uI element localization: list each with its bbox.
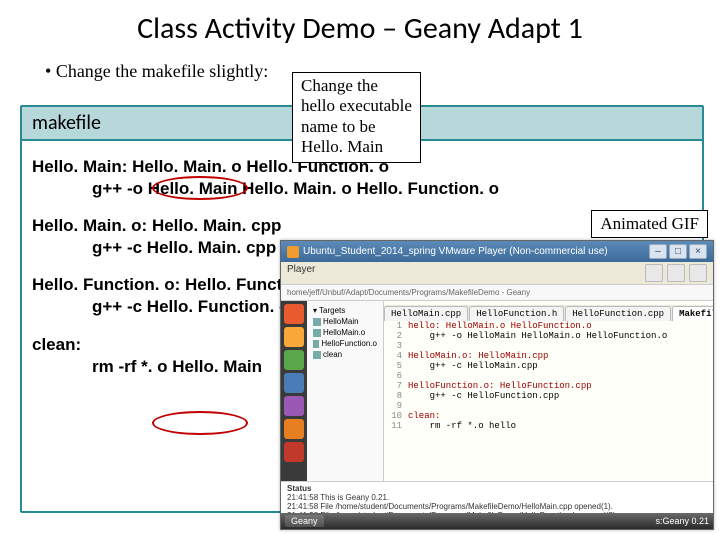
editor-line: rm -rf *.o hello [408,421,516,431]
tab-hellomain-cpp[interactable]: HelloMain.cpp [384,306,468,321]
animated-gif-label: Animated GIF [591,210,708,238]
vm-tool-icon[interactable] [689,264,707,282]
tab-makefile[interactable]: Makefile [672,306,713,321]
sidebar-targets[interactable]: ▾ Targets [311,305,379,316]
rule-hellomain-cmd: g++ -o Hello. Main Hello. Main. o Hello.… [92,179,499,198]
launcher-icon[interactable] [284,373,304,393]
vm-title-text: Ubuntu_Student_2014_spring VMware Player… [303,246,608,257]
editor-tabs: HelloMain.cpp HelloFunction.h HelloFunct… [384,305,709,321]
status-msg: 21:41:58 File /home/student/Documents/Pr… [287,502,707,511]
editor-line: g++ -o HelloMain HelloMain.o HelloFuncti… [408,331,667,341]
geany-editor[interactable]: HelloMain.cpp HelloFunction.h HelloFunct… [384,301,713,481]
launcher-icon[interactable] [284,327,304,347]
sidebar-item[interactable]: HelloFunction.o [311,338,379,349]
menu-player[interactable]: Player [287,264,315,282]
annotation-callout: Change the hello executable name to be H… [292,72,421,163]
editor-line: hello: HelloMain.o HelloFunction.o [408,321,592,331]
geany-toolbar: home/jeff/Unbuf/Adapt/Documents/Programs… [281,285,713,301]
geany-sidebar: ▾ Targets HelloMain HelloMain.o HelloFun… [307,301,384,481]
launcher-icon[interactable] [284,350,304,370]
rule-clean-cmd: rm -rf *. o Hello. Main [92,357,262,376]
close-button[interactable]: × [689,244,707,259]
vm-titlebar: Ubuntu_Student_2014_spring VMware Player… [281,241,713,262]
vm-logo-icon [287,246,299,258]
taskbar-item[interactable]: Geany [285,515,324,527]
rule-hellofunction-o-cmd: g++ -c Hello. Function. cpp [92,297,309,316]
editor-line: g++ -c HelloFunction.cpp [408,391,559,401]
sidebar-item[interactable]: HelloMain.o [311,327,379,338]
sidebar-item[interactable]: HelloMain [311,316,379,327]
launcher-icon[interactable] [284,419,304,439]
status-msg: 21:41:58 This is Geany 0.21. [287,493,707,502]
annotation-line1: Change the [301,76,412,96]
vm-menubar: Player [281,262,713,285]
minimize-button[interactable]: – [649,244,667,259]
tab-hellofunction-cpp[interactable]: HelloFunction.cpp [565,306,671,321]
geany-window: Ubuntu_Student_2014_spring VMware Player… [280,240,714,530]
slide-title: Class Activity Demo – Geany Adapt 1 [0,10,720,47]
annotation-line2: hello executable [301,96,412,116]
sidebar-item[interactable]: clean [311,349,379,360]
vm-tool-icon[interactable] [667,264,685,282]
editor-line: clean: [408,411,440,421]
editor-line: HelloMain.o: HelloMain.cpp [408,351,548,361]
launcher-icon[interactable] [284,442,304,462]
ubuntu-launcher [281,301,307,481]
vm-tool-icon[interactable] [645,264,663,282]
launcher-icon[interactable] [284,304,304,324]
editor-line: HelloFunction.o: HelloFunction.cpp [408,381,592,391]
taskbar-right: s:Geany 0.21 [655,516,709,526]
annotation-line4: Hello. Main [301,137,412,157]
launcher-icon[interactable] [284,396,304,416]
ubuntu-taskbar: Geany s:Geany 0.21 [281,513,713,529]
rule-hellomain-o-cmd: g++ -c Hello. Main. cpp [92,238,276,257]
tab-hellofunction-h[interactable]: HelloFunction.h [469,306,564,321]
maximize-button[interactable]: □ [669,244,687,259]
editor-line: g++ -c HelloMain.cpp [408,361,538,371]
highlight-circle-bottom [152,411,248,435]
annotation-line3: name to be [301,117,412,137]
